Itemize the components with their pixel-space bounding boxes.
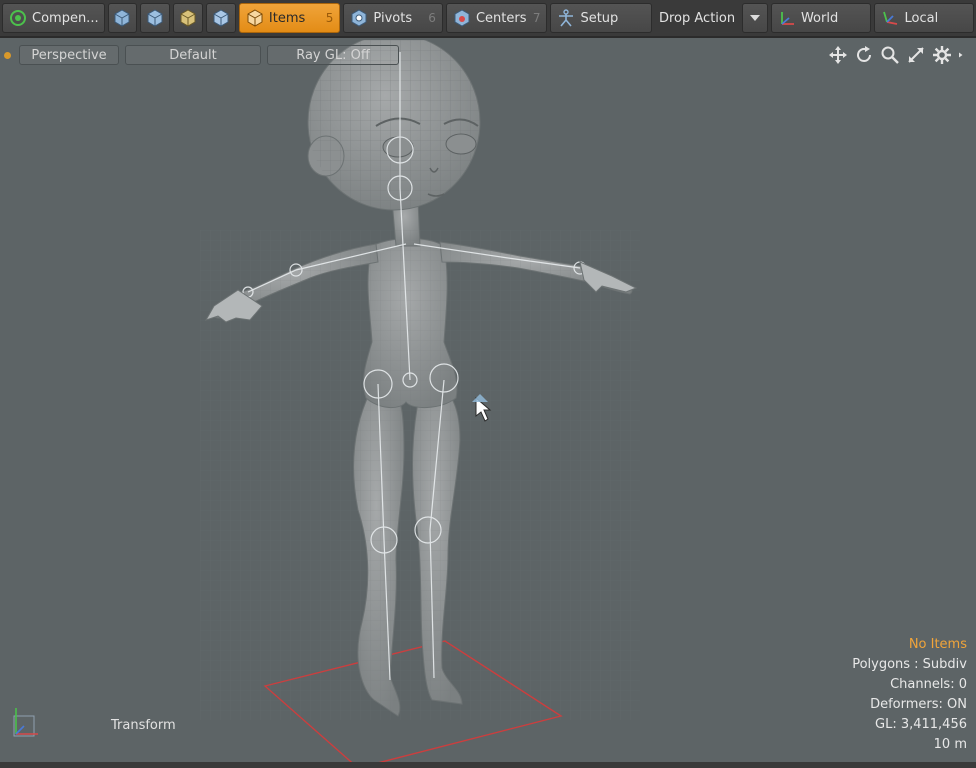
vertices-mode-button[interactable] — [107, 3, 138, 33]
local-axis-icon — [883, 11, 898, 25]
drop-action-label: Drop Action — [658, 10, 736, 26]
top-toolbar: Compen... Items 5 Pivots 6 Centers 7 Set… — [0, 0, 976, 38]
pan-move-icon[interactable] — [828, 45, 848, 65]
axis-gizmo-icon — [13, 708, 38, 737]
raygl-toggle[interactable]: Ray GL: Off — [267, 45, 399, 65]
items-shortcut: 5 — [325, 11, 334, 25]
maximize-view-icon[interactable] — [906, 45, 926, 65]
component-mode-label: Compen... — [32, 10, 99, 26]
world-space-label: World — [800, 10, 839, 26]
zoom-view-icon[interactable] — [880, 45, 900, 65]
viewport-info: No Items Polygons : Subdiv Channels: 0 D… — [852, 635, 967, 755]
bottom-border — [0, 762, 976, 768]
polygons-mode-button[interactable] — [173, 3, 204, 33]
centers-mode-button[interactable]: Centers 7 — [445, 3, 548, 33]
component-mode-button[interactable]: Compen... — [2, 3, 105, 33]
polygons-status: Polygons : Subdiv — [852, 657, 967, 672]
polygons-cube-icon — [180, 9, 196, 27]
pivots-shortcut: 6 — [428, 11, 436, 25]
gear-icon[interactable] — [932, 45, 952, 65]
centers-shortcut: 7 — [532, 11, 541, 25]
edges-cube-icon — [147, 9, 163, 27]
viewport-status-dot — [4, 51, 11, 59]
chevron-down-icon — [750, 15, 761, 21]
local-space-label: Local — [904, 10, 939, 26]
setup-skeleton-icon — [559, 9, 574, 27]
items-mode-button[interactable]: Items 5 — [238, 3, 341, 33]
shading-style-dropdown[interactable]: Default — [125, 45, 261, 65]
selection-status: No Items — [908, 637, 967, 652]
chevron-right-icon[interactable] — [958, 45, 968, 65]
deformers-status: Deformers: ON — [870, 697, 967, 712]
pivots-icon — [351, 9, 367, 27]
materials-cube-icon — [213, 9, 229, 27]
pivots-mode-button[interactable]: Pivots 6 — [343, 3, 443, 33]
setup-mode-label: Setup — [580, 10, 619, 26]
local-space-button[interactable]: Local — [874, 3, 975, 33]
edges-mode-button[interactable] — [140, 3, 171, 33]
vertices-cube-icon — [114, 9, 130, 27]
grid-scale-status: 10 m — [933, 737, 967, 752]
items-mode-label: Items — [268, 10, 306, 26]
materials-mode-button[interactable] — [206, 3, 236, 33]
active-tool-label: Transform — [111, 718, 176, 733]
viewport-tools — [828, 45, 968, 65]
world-space-button[interactable]: World — [770, 3, 872, 33]
drop-action-dropdown[interactable] — [742, 3, 768, 33]
component-icon — [10, 10, 26, 26]
viewport-header: Perspective Default Ray GL: Off — [0, 42, 976, 68]
world-axis-icon — [781, 12, 794, 25]
channels-status: Channels: 0 — [890, 677, 967, 692]
centers-mode-label: Centers — [475, 10, 527, 26]
setup-mode-button[interactable]: Setup — [550, 3, 652, 33]
items-cube-icon — [247, 9, 263, 27]
character-mesh[interactable] — [0, 40, 976, 768]
3d-viewport[interactable]: Transform No Items Polygons : Subdiv Cha… — [0, 40, 976, 768]
projection-dropdown[interactable]: Perspective — [19, 45, 119, 65]
rotate-view-icon[interactable] — [854, 45, 874, 65]
gl-count-status: GL: 3,411,456 — [875, 717, 967, 732]
centers-icon — [454, 9, 470, 27]
pivots-mode-label: Pivots — [373, 10, 413, 26]
